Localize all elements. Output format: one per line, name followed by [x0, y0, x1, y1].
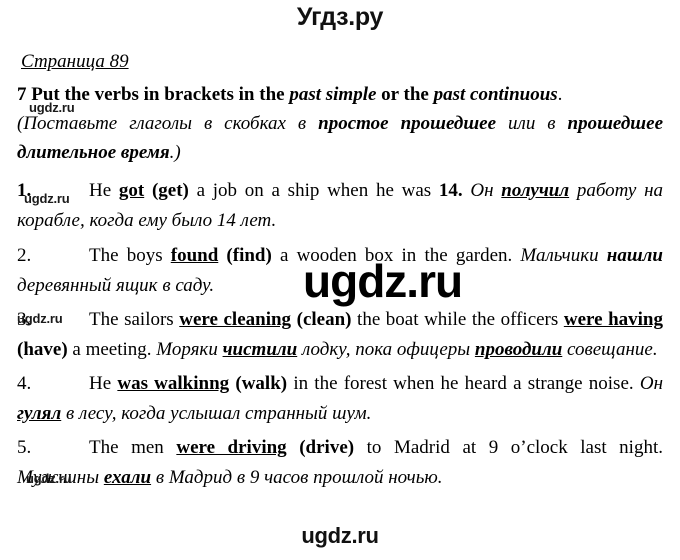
text-run: Он: [462, 180, 502, 201]
text-run: was walkinng: [117, 373, 230, 394]
text-run: (find): [218, 245, 272, 266]
text-run: Мужчины: [17, 467, 104, 488]
text-run: were cleaning: [179, 309, 292, 330]
text-run: were having: [563, 309, 663, 330]
text-run: (clean): [291, 309, 352, 330]
text-run: got: [118, 180, 145, 201]
exercise-item: 3. The sailors were cleaning (clean) the …: [17, 305, 663, 365]
text-run: 14.: [438, 180, 463, 201]
exercise-body: The sailors were cleaning (clean) the bo…: [17, 309, 663, 360]
task-instruction-ru-1: (Поставьте глаголы в скобках в: [17, 113, 319, 134]
exercise-number: 5.: [17, 437, 32, 458]
text-run: в Мадрид в 9 часов прошлой ночью.: [151, 467, 443, 488]
site-logo: Угдз.ру: [296, 3, 384, 31]
text-run: Он: [633, 373, 663, 394]
text-run: the boat while the officers: [351, 309, 564, 330]
text-run: Мальчики: [512, 245, 607, 266]
text-run: проводили: [474, 339, 563, 360]
text-run: a meeting.: [67, 339, 152, 360]
page-title: Страница 89: [21, 51, 129, 72]
exercise-number: 2.: [17, 245, 32, 266]
text-run: The boys: [89, 245, 171, 266]
text-run: were driving: [176, 437, 287, 458]
text-run: в лесу, когда услышал странный шум.: [61, 403, 372, 424]
exercise-item: 5. The men were driving (drive) to Madrid…: [17, 433, 663, 493]
text-run: He: [89, 180, 119, 201]
task-instruction: 7 Put the verbs in brackets in the past …: [17, 80, 663, 109]
text-run: found: [170, 245, 219, 266]
exercise-number: 3.: [17, 309, 32, 330]
text-run: нашли: [606, 245, 663, 266]
text-run: (have): [17, 339, 68, 360]
exercise-number: 4.: [17, 373, 32, 394]
text-run: чистили: [222, 339, 298, 360]
text-run: The sailors: [89, 309, 180, 330]
text-run: гулял: [17, 403, 62, 424]
text-run: He: [89, 373, 118, 394]
task-instruction-en-italic-2: past continuous: [433, 84, 558, 105]
exercise-number: 1.: [17, 180, 32, 201]
exercise-item: 1. He got (get) a job on a ship when he w…: [17, 176, 663, 236]
watermark-bottom: ugdz.ru: [301, 523, 379, 548]
task-instruction-ru-bold-1: простое прошедшее: [318, 113, 497, 134]
document-page: Страница 89 7 Put the verbs in brackets …: [17, 50, 663, 493]
text-run: совещание.: [562, 339, 658, 360]
task-number: 7: [17, 84, 27, 105]
text-run: a job on a ship when he was: [188, 180, 439, 201]
text-run: деревянный ящик в саду.: [17, 275, 215, 296]
exercise-body: The boys found (find) a wooden box in th…: [17, 245, 663, 296]
task-instruction-ru-2: или в: [496, 113, 568, 134]
task-instruction-ru-3: .): [169, 142, 181, 163]
exercise-body: He got (get) a job on a ship when he was…: [17, 180, 663, 231]
exercise-body: He was walkinng (walk) in the forest whe…: [17, 373, 663, 424]
text-run: лодку, пока офицеры: [297, 339, 475, 360]
text-run: (get): [144, 180, 189, 201]
exercise-body: The men were driving (drive) to Madrid a…: [17, 437, 663, 488]
task-instruction-en-1: Put the verbs in brackets in the: [31, 84, 290, 105]
text-run: Моряки: [151, 339, 223, 360]
text-run: получил: [501, 180, 570, 201]
text-run: (walk): [229, 373, 288, 394]
text-run: to Madrid at 9 o’clock last night.: [354, 437, 663, 458]
task-instruction-ru: (Поставьте глаголы в скобках в простое п…: [17, 109, 663, 167]
text-run: a wooden box in the garden.: [271, 245, 513, 266]
text-run: ехали: [103, 467, 152, 488]
text-run: (drive): [286, 437, 355, 458]
task-instruction-en-italic-1: past simple: [289, 84, 377, 105]
exercise-item: 2. The boys found (find) a wooden box in …: [17, 241, 663, 301]
text-run: in the forest when he heard a strange no…: [287, 373, 634, 394]
task-instruction-en-3: .: [557, 84, 563, 105]
exercise-item: 4. He was walkinng (walk) in the forest w…: [17, 369, 663, 429]
text-run: The men: [89, 437, 177, 458]
task-instruction-en-2: or the: [376, 84, 434, 105]
